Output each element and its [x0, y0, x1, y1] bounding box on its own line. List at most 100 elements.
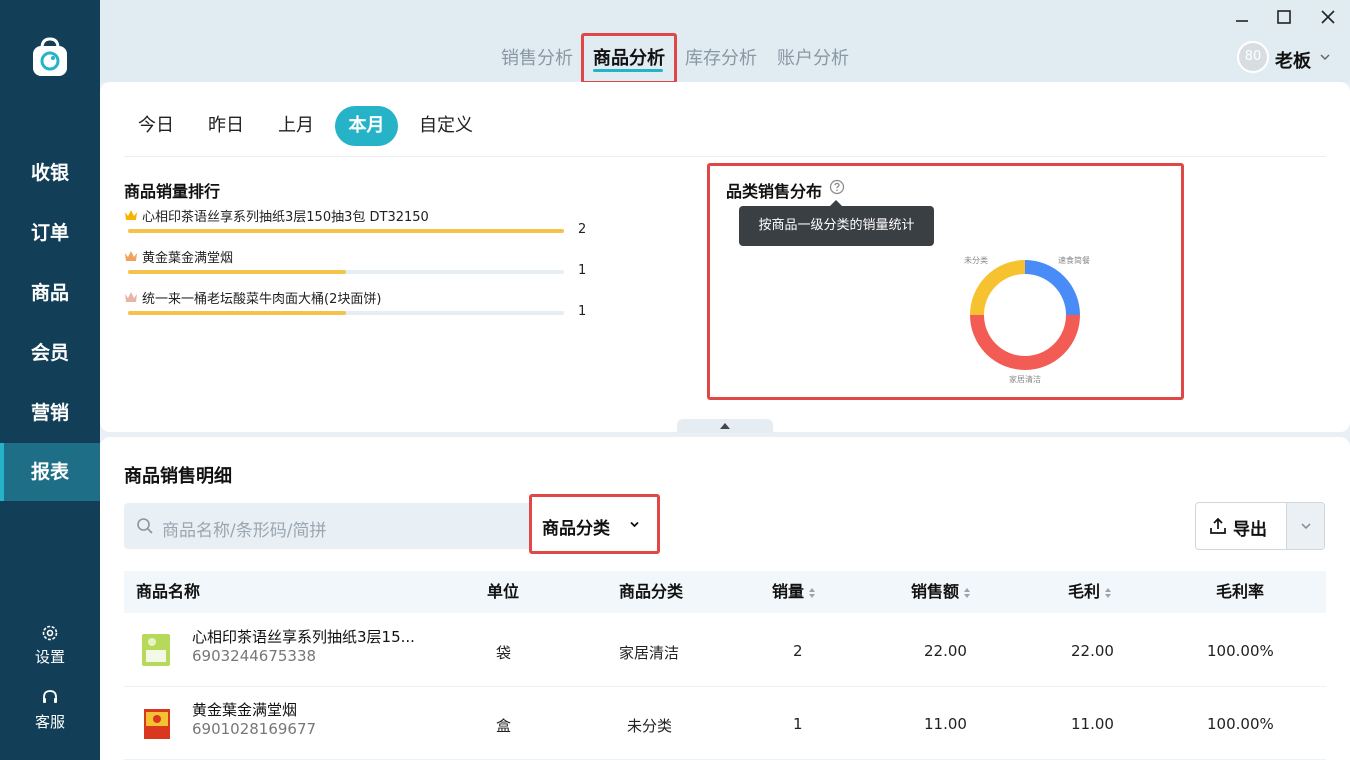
ranking-item-name: 统一来一桶老坛酸菜牛肉面大桶(2块面饼): [142, 292, 382, 307]
crown-icon: [125, 292, 137, 302]
chevron-down-icon[interactable]: [1318, 50, 1332, 64]
crown-icon: [125, 251, 137, 261]
ranking-bar-track: [128, 229, 564, 233]
sort-icon[interactable]: [808, 587, 816, 599]
close-icon[interactable]: [1317, 6, 1339, 28]
user-name[interactable]: 老板: [1275, 47, 1311, 73]
column-header-category: 商品分类: [619, 582, 684, 601]
pie-label-home-cleaning: 家居清洁: [1009, 375, 1041, 384]
maximize-icon[interactable]: [1273, 6, 1295, 28]
sort-icon[interactable]: [1104, 587, 1112, 599]
ranking-item-name: 心相印茶语丝享系列抽纸3层150抽3包 DT32150: [142, 210, 429, 225]
category-select-label: 商品分类: [542, 519, 610, 539]
cell-category: 家居清洁: [619, 644, 680, 662]
product-name: 黄金葉金满堂烟: [192, 701, 298, 719]
product-code: 6903244675338: [192, 647, 317, 665]
date-filter-yesterday[interactable]: 昨日: [198, 106, 254, 146]
ranking-item: 统一来一桶老坛酸菜牛肉面大桶(2块面饼) 1: [124, 288, 604, 328]
search-input[interactable]: 商品名称/条形码/简拼: [124, 503, 529, 549]
divider: [124, 156, 1326, 157]
cell-profit: 22.00: [1071, 642, 1114, 660]
support-button[interactable]: 客服: [0, 688, 100, 732]
chevron-down-icon: [1301, 523, 1311, 530]
sidebar-item-reports[interactable]: 报表: [0, 443, 100, 501]
column-header-amount-label: 销售额: [911, 582, 960, 601]
tab-inventory-analysis[interactable]: 库存分析: [685, 44, 757, 70]
ranking-bar-fill: [128, 270, 346, 274]
sidebar-item-cashier[interactable]: 收银: [0, 144, 100, 202]
shopping-bag-logo[interactable]: [29, 36, 71, 78]
ranking-title: 商品销量排行: [124, 182, 221, 201]
crown-icon: [125, 210, 137, 220]
upload-icon: [1210, 517, 1226, 534]
pie-label-uncategorized: 未分类: [964, 256, 988, 265]
ranking-bar-track: [128, 311, 564, 315]
gear-icon: [42, 625, 58, 641]
headset-icon: [43, 690, 57, 703]
cell-rate: 100.00%: [1207, 715, 1274, 733]
collapse-toggle[interactable]: [677, 419, 773, 433]
export-group: 导出: [1195, 502, 1325, 550]
date-filter-this-month[interactable]: 本月: [335, 106, 398, 146]
ranking-item-value: 1: [578, 263, 587, 278]
help-icon[interactable]: [829, 179, 845, 195]
ranking-bar-track: [128, 270, 564, 274]
detail-title: 商品销售明细: [124, 466, 232, 487]
table-row[interactable]: 黄金葉金满堂烟 6901028169677 盒 未分类 1 11.00 11.0…: [124, 687, 1326, 760]
sidebar-item-products[interactable]: 商品: [0, 264, 100, 322]
column-header-qty-label: 销量: [772, 582, 805, 601]
category-select[interactable]: 商品分类: [532, 498, 658, 552]
export-dropdown-button[interactable]: [1286, 503, 1324, 549]
cell-amount: 11.00: [924, 715, 967, 733]
sidebar-item-orders[interactable]: 订单: [0, 204, 100, 262]
settings-button[interactable]: 设置: [0, 623, 100, 667]
minimize-icon[interactable]: [1231, 6, 1253, 28]
sidebar-item-marketing[interactable]: 营销: [0, 384, 100, 442]
ranking-item: 心相印茶语丝享系列抽纸3层150抽3包 DT32150 2: [124, 206, 604, 246]
category-dist-title: 品类销售分布: [726, 182, 823, 201]
ranking-item-value: 1: [578, 304, 587, 319]
tab-product-analysis[interactable]: 商品分析: [593, 44, 665, 70]
column-header-profit[interactable]: 毛利: [1068, 571, 1112, 613]
tab-account-analysis[interactable]: 账户分析: [777, 44, 849, 70]
tooltip: 按商品一级分类的销量统计: [739, 200, 934, 246]
column-header-amount[interactable]: 销售额: [911, 571, 971, 613]
column-header-qty[interactable]: 销量: [772, 571, 816, 613]
product-name: 心相印茶语丝享系列抽纸3层15...: [192, 628, 415, 646]
ranking-item-name: 黄金葉金满堂烟: [142, 251, 234, 266]
column-header-profit-label: 毛利: [1068, 582, 1101, 601]
date-filter-today[interactable]: 今日: [128, 106, 184, 146]
product-code: 6901028169677: [192, 720, 317, 738]
sidebar-item-members[interactable]: 会员: [0, 324, 100, 382]
column-header-rate: 毛利率: [1216, 582, 1265, 601]
avatar[interactable]: 80: [1237, 41, 1269, 73]
date-filter-custom[interactable]: 自定义: [410, 106, 482, 146]
export-label: 导出: [1233, 520, 1267, 540]
ranking-item: 黄金葉金满堂烟 1: [124, 247, 604, 287]
cell-profit: 11.00: [1071, 715, 1114, 733]
search-placeholder: 商品名称/条形码/简拼: [162, 521, 327, 541]
cell-qty: 1: [793, 715, 803, 733]
product-thumbnail: [142, 634, 170, 666]
cell-unit: 袋: [496, 644, 512, 662]
product-thumbnail: [144, 709, 170, 739]
table-row[interactable]: 心相印茶语丝享系列抽纸3层15... 6903244675338 袋 家居清洁 …: [124, 614, 1326, 687]
chevron-down-icon: [630, 521, 639, 528]
settings-label: 设置: [34, 648, 65, 666]
column-header-unit: 单位: [487, 582, 520, 601]
export-button[interactable]: 导出: [1196, 503, 1286, 549]
pie-slice: [970, 260, 1026, 316]
sort-icon[interactable]: [963, 587, 971, 599]
tab-sales-analysis[interactable]: 销售分析: [501, 44, 573, 70]
ranking-item-value: 2: [578, 222, 587, 237]
date-filter-last-month[interactable]: 上月: [268, 106, 324, 146]
support-label: 客服: [34, 713, 65, 731]
table-header: 商品名称 单位 商品分类 销量 销售额 毛利 毛利率: [124, 571, 1326, 613]
ranking-bar-fill: [128, 311, 346, 315]
cell-amount: 22.00: [924, 642, 967, 660]
search-icon: [137, 518, 153, 534]
active-tab-indicator: [593, 69, 663, 72]
pie-slice: [1024, 260, 1080, 316]
pie-label-fast-food: 速食简餐: [1058, 256, 1090, 265]
sidebar: 收银 订单 商品 会员 营销 报表 设置 客服: [0, 0, 100, 760]
